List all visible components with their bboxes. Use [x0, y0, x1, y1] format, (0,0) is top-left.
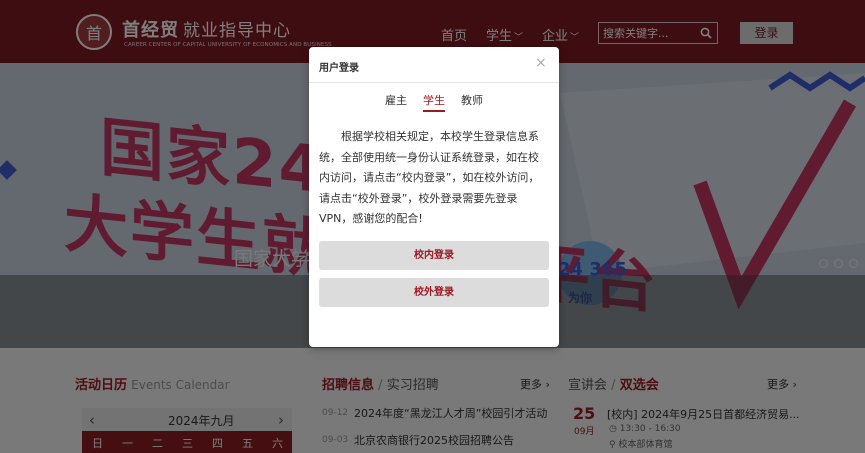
modal-title: 用户登录	[319, 63, 359, 74]
tab-employer[interactable]: 雇主	[385, 92, 407, 108]
tab-teacher[interactable]: 教师	[461, 92, 483, 108]
login-modal: 用户登录 × 雇主 学生 教师 根据学校相关规定，本校学生登录信息系统，全部使用…	[309, 47, 559, 347]
offcampus-login-button[interactable]: 校外登录	[319, 278, 549, 307]
login-instructions: 根据学校相关规定，本校学生登录信息系统，全部使用统一身份认证系统登录，如在校内访…	[319, 130, 540, 225]
campus-login-button[interactable]: 校内登录	[319, 241, 549, 270]
close-icon[interactable]: ×	[535, 55, 547, 71]
tab-student[interactable]: 学生	[423, 92, 445, 112]
modal-header: 用户登录 ×	[309, 47, 559, 83]
